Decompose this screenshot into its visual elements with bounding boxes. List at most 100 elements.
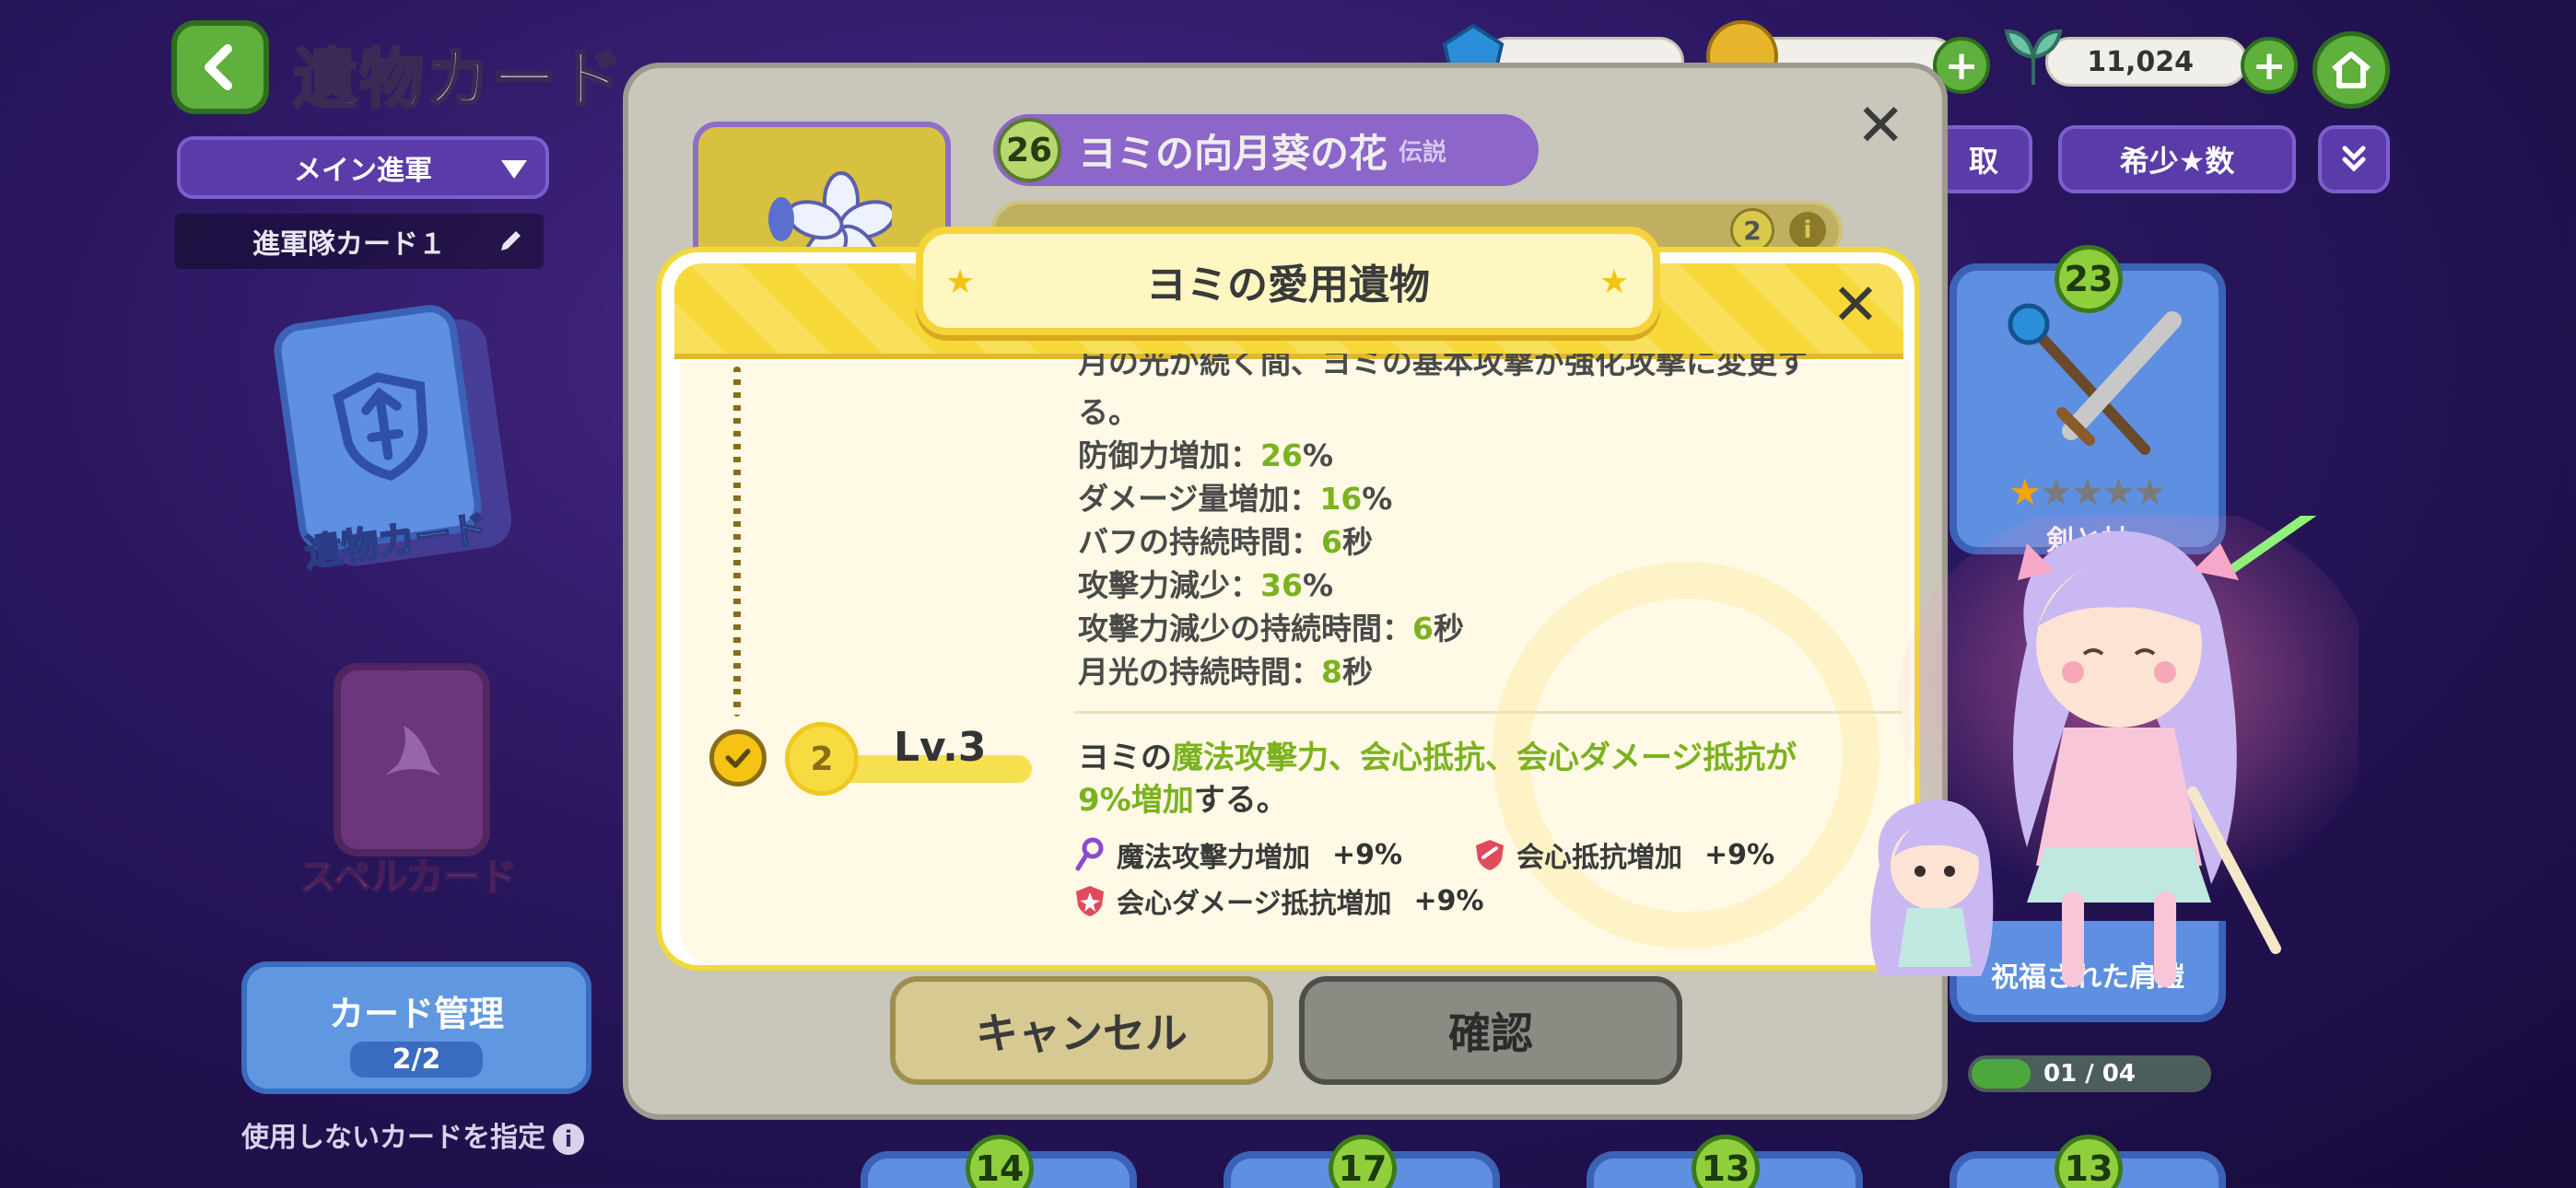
desc-end-line: る。: [1078, 394, 1139, 430]
effect-prefix: ヨミの: [1078, 740, 1172, 776]
sprout-icon: [1997, 20, 2069, 92]
level-timeline: [733, 367, 741, 716]
pencil-icon[interactable]: [496, 227, 525, 256]
sprout-add-button[interactable]: +: [2241, 37, 2298, 94]
stat-label: 会心抵抗増加: [1516, 842, 1682, 874]
stat-line-unit: %: [1302, 437, 1334, 473]
home-icon: [2332, 52, 2371, 88]
deck-select[interactable]: メイン進軍: [177, 136, 549, 199]
confirm-button[interactable]: 確認: [1299, 976, 1682, 1085]
item-sub-badge: 2: [1730, 208, 1774, 252]
double-chevron-down-icon: [2342, 146, 2366, 172]
stat-line-unit: 秒: [1341, 654, 1373, 690]
bottom-card-level-4: 13: [2055, 1135, 2123, 1188]
magic-staff-icon: [1075, 837, 1104, 871]
chevron-left-icon: [205, 44, 232, 90]
stat-line: 防御力増加：26%: [1078, 434, 1889, 477]
sprout-counter: 11,024: [2045, 37, 2248, 87]
unused-cards-setting[interactable]: 使用しないカードを指定 i: [241, 1114, 584, 1155]
stat-crit-damage-resist: 会心ダメージ抵抗増加 +9%: [1072, 880, 1484, 921]
rarity-stars: ★★★★★: [2008, 472, 2166, 514]
stat-lines: 防御力増加：26% ダメージ量増加：16% バフの持続時間：6秒 攻擊力減少：36% 攻…: [1078, 434, 1889, 693]
expand-filters-button[interactable]: [2318, 125, 2390, 193]
card-progress-fill: [1972, 1059, 2031, 1089]
shield-burst-icon: [1076, 886, 1104, 916]
character-illustration: [1870, 516, 2359, 987]
spell-card-tab-icon[interactable]: [334, 663, 490, 856]
stat-line-unit: %: [1302, 567, 1334, 603]
level-label: Lv.3: [894, 724, 987, 771]
unused-cards-label: 使用しないカードを指定: [241, 1122, 545, 1154]
level-effect-text: ヨミの魔法攻擊力、会心抵抗、会心ダメージ抵抗が 9%増加する。: [1078, 737, 1889, 821]
home-button[interactable]: [2313, 31, 2390, 109]
stat-line-value: 8: [1321, 654, 1342, 690]
popup-title: ★ ヨミの愛用遺物 ★: [916, 227, 1660, 335]
stat-line-value: 26: [1260, 437, 1303, 473]
stat-line-label: 攻擊力減少：: [1078, 567, 1260, 603]
stat-line: ダメージ量増加：16%: [1078, 477, 1889, 520]
effect-description: 月の光が続く間、ヨミの基本攻撃が強化攻撃に変更す る。 防御力増加：26% ダメー…: [1078, 354, 1889, 693]
shield-icon: [1476, 840, 1504, 870]
back-button[interactable]: [171, 20, 269, 114]
dialog-close-icon[interactable]: ✕: [1856, 92, 1905, 160]
stat-line-label: ダメージ量増加：: [1078, 481, 1320, 517]
stat-label: 魔法攻擊力増加: [1117, 842, 1310, 874]
item-name-banner: 26 ヨミの向月葵の花 伝説: [993, 114, 1539, 186]
stat-line: 攻擊力減少の持続時間：6秒: [1078, 607, 1889, 650]
spell-card-tab-label[interactable]: スペルカード: [299, 847, 518, 901]
effect-highlight: 魔法攻擊力、会心抵抗、会心ダメージ抵抗が: [1172, 740, 1797, 776]
sword-staff-icon: [2008, 303, 2182, 455]
effect-highlight-2: 9%増加: [1078, 782, 1194, 819]
item-rarity: 伝説: [1399, 138, 1447, 167]
stat-magic-attack: 魔法攻擊力増加 +9%: [1072, 834, 1402, 875]
stat-line-value: 36: [1260, 567, 1303, 603]
item-name: ヨミの向月葵の花: [1078, 130, 1388, 176]
stat-line-value: 6: [1412, 611, 1434, 646]
stat-line-label: 防御力増加：: [1078, 437, 1260, 473]
level-badge: 23: [2055, 245, 2123, 313]
card-progress-text: 01 / 04: [2043, 1060, 2136, 1088]
stat-line-value: 6: [1321, 524, 1342, 560]
stat-value: +9%: [1332, 838, 1403, 871]
stat-line: バフの持続時間：6秒: [1078, 520, 1889, 564]
sprout-value: 11,024: [2087, 45, 2194, 78]
level-coin-icon: 2: [785, 722, 859, 796]
card-manage-button[interactable]: カード管理 2/2: [241, 961, 591, 1094]
filter-button-partial[interactable]: 取: [1935, 125, 2032, 193]
stat-line: 攻擊力減少：36%: [1078, 564, 1889, 607]
stat-line: 月光の持続時間：8秒: [1078, 650, 1889, 693]
filter-partial-label: 取: [1968, 144, 1998, 179]
info-icon[interactable]: i: [553, 1123, 584, 1155]
card-manage-count: 2/2: [349, 1042, 484, 1077]
popup-title-text: ヨミの愛用遺物: [1146, 262, 1430, 309]
popup-close-icon[interactable]: ✕: [1828, 271, 1883, 338]
stat-line-label: 月光の持続時間：: [1078, 654, 1321, 690]
page-title: 遺物カード: [292, 41, 625, 119]
effect-suffix: する。: [1193, 782, 1288, 819]
stat-crit-resist: 会心抵抗増加 +9%: [1472, 834, 1774, 875]
stat-line-label: バフの持続時間：: [1078, 524, 1321, 560]
wizard-hat-icon: [385, 726, 440, 775]
stat-line-label: 攻擊力減少の持続時間：: [1078, 611, 1412, 646]
stat-line-unit: %: [1362, 481, 1393, 517]
card-progress: 01 / 04: [1968, 1055, 2211, 1092]
stat-label: 会心ダメージ抵抗増加: [1117, 888, 1392, 920]
desc-top-line: 月の光が続く間、ヨミの基本攻撃が強化攻撃に変更す: [1078, 354, 1808, 380]
item-level: 26: [997, 118, 1061, 182]
shield-emblem-icon: [333, 372, 428, 481]
divider: [1074, 711, 1902, 714]
card-manage-label: カード管理: [328, 994, 504, 1034]
star-icon: ★: [1599, 263, 1630, 301]
rarity-sort-button[interactable]: 希少★数: [2058, 125, 2296, 193]
deck-select-label: メイン進軍: [294, 155, 432, 187]
stat-line-unit: 秒: [1433, 611, 1464, 646]
star-icon: ★: [945, 263, 976, 301]
chevron-down-icon: [501, 160, 527, 179]
rarity-sort-label: 希少★数: [2119, 144, 2235, 179]
deck-name[interactable]: 進軍隊カード１: [175, 214, 544, 269]
bottom-card-level-1: 14: [966, 1135, 1034, 1188]
check-icon: [709, 729, 767, 786]
stat-line-value: 16: [1319, 481, 1363, 517]
info-icon[interactable]: i: [1789, 212, 1826, 249]
cancel-button[interactable]: キャンセル: [890, 976, 1273, 1085]
